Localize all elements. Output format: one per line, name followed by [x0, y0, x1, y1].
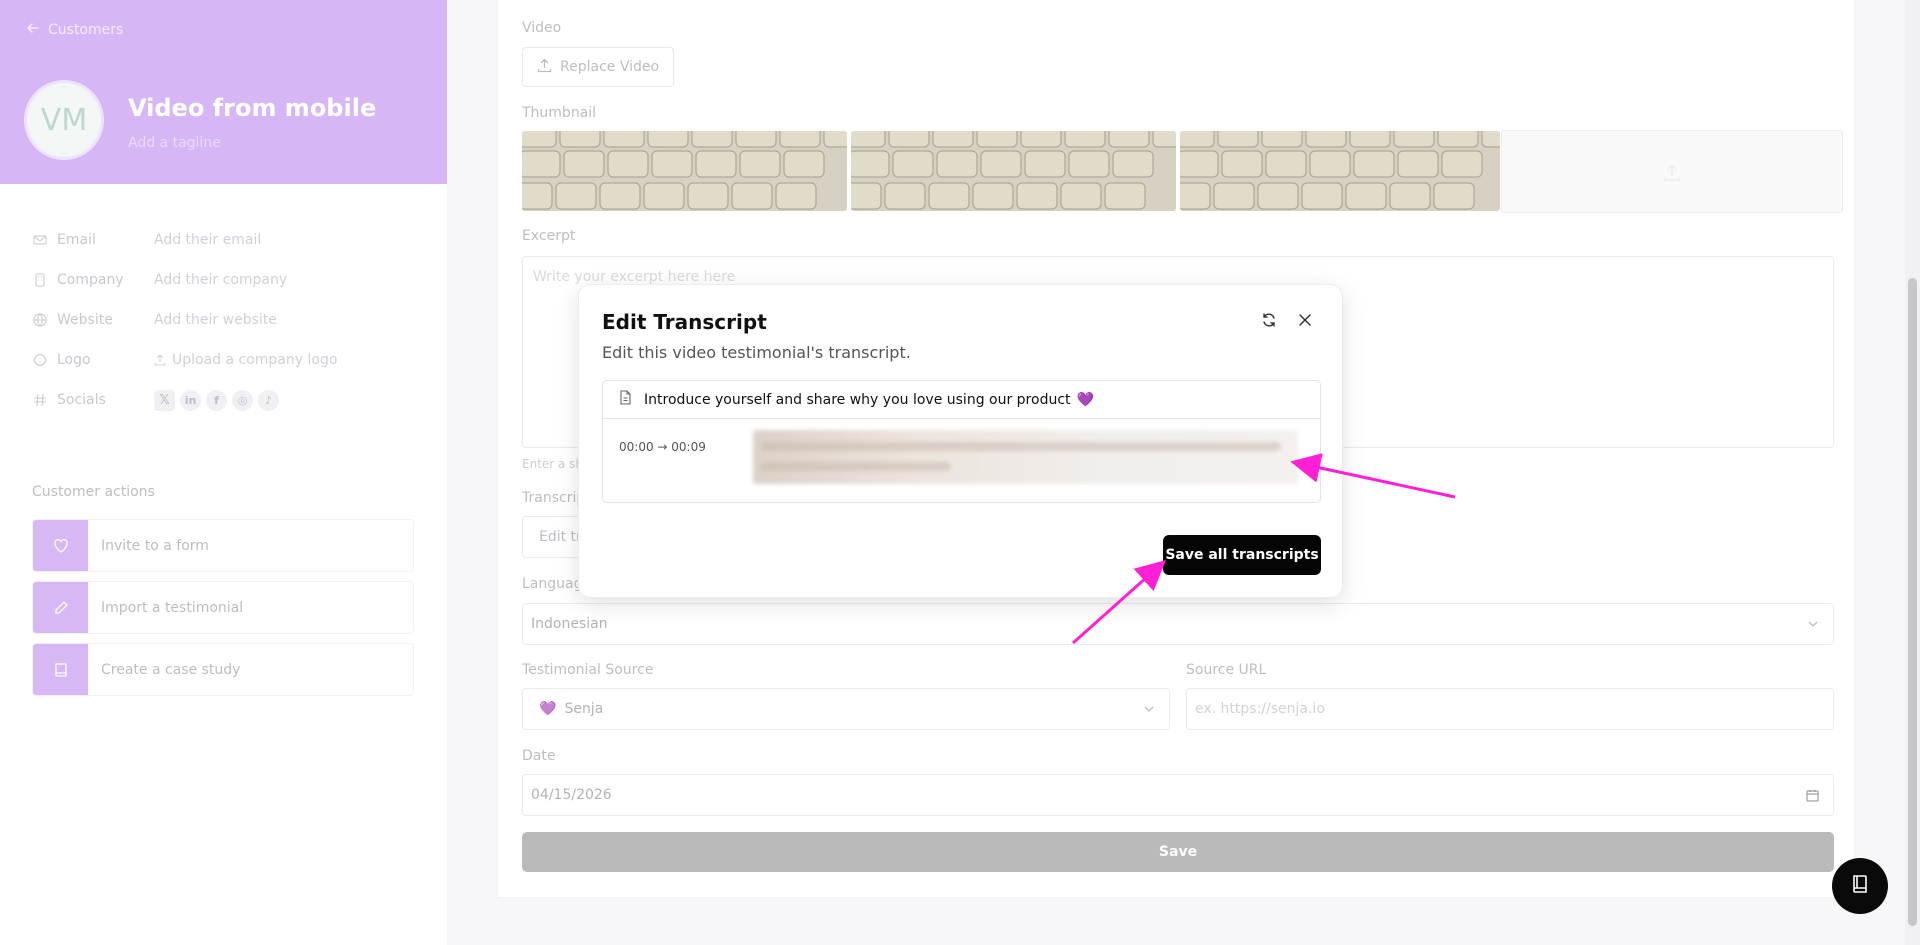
transcript-timestamp: 00:00 → 00:09 [619, 440, 706, 454]
transcript-section: Introduce yourself and share why you lov… [602, 380, 1321, 503]
close-icon [1298, 313, 1312, 331]
transcript-question: Introduce yourself and share why you lov… [603, 381, 1320, 419]
document-icon [619, 390, 632, 409]
refresh-icon [1261, 312, 1277, 332]
page-scrollbar[interactable] [1905, 0, 1920, 945]
close-button[interactable] [1294, 311, 1316, 333]
book-icon [1849, 873, 1871, 899]
scrollbar-thumb[interactable] [1908, 278, 1917, 926]
transcript-text-input[interactable] [753, 430, 1298, 484]
modal-subtitle: Edit this video testimonial's transcript… [602, 343, 911, 362]
save-all-transcripts-button[interactable]: Save all transcripts [1163, 535, 1321, 575]
purple-heart-icon: 💜 [1076, 391, 1094, 408]
edit-transcript-modal: Edit Transcript Edit this video testimon… [578, 284, 1343, 598]
modal-title: Edit Transcript [602, 310, 767, 334]
regenerate-button[interactable] [1258, 311, 1280, 333]
help-docs-button[interactable] [1832, 858, 1888, 914]
